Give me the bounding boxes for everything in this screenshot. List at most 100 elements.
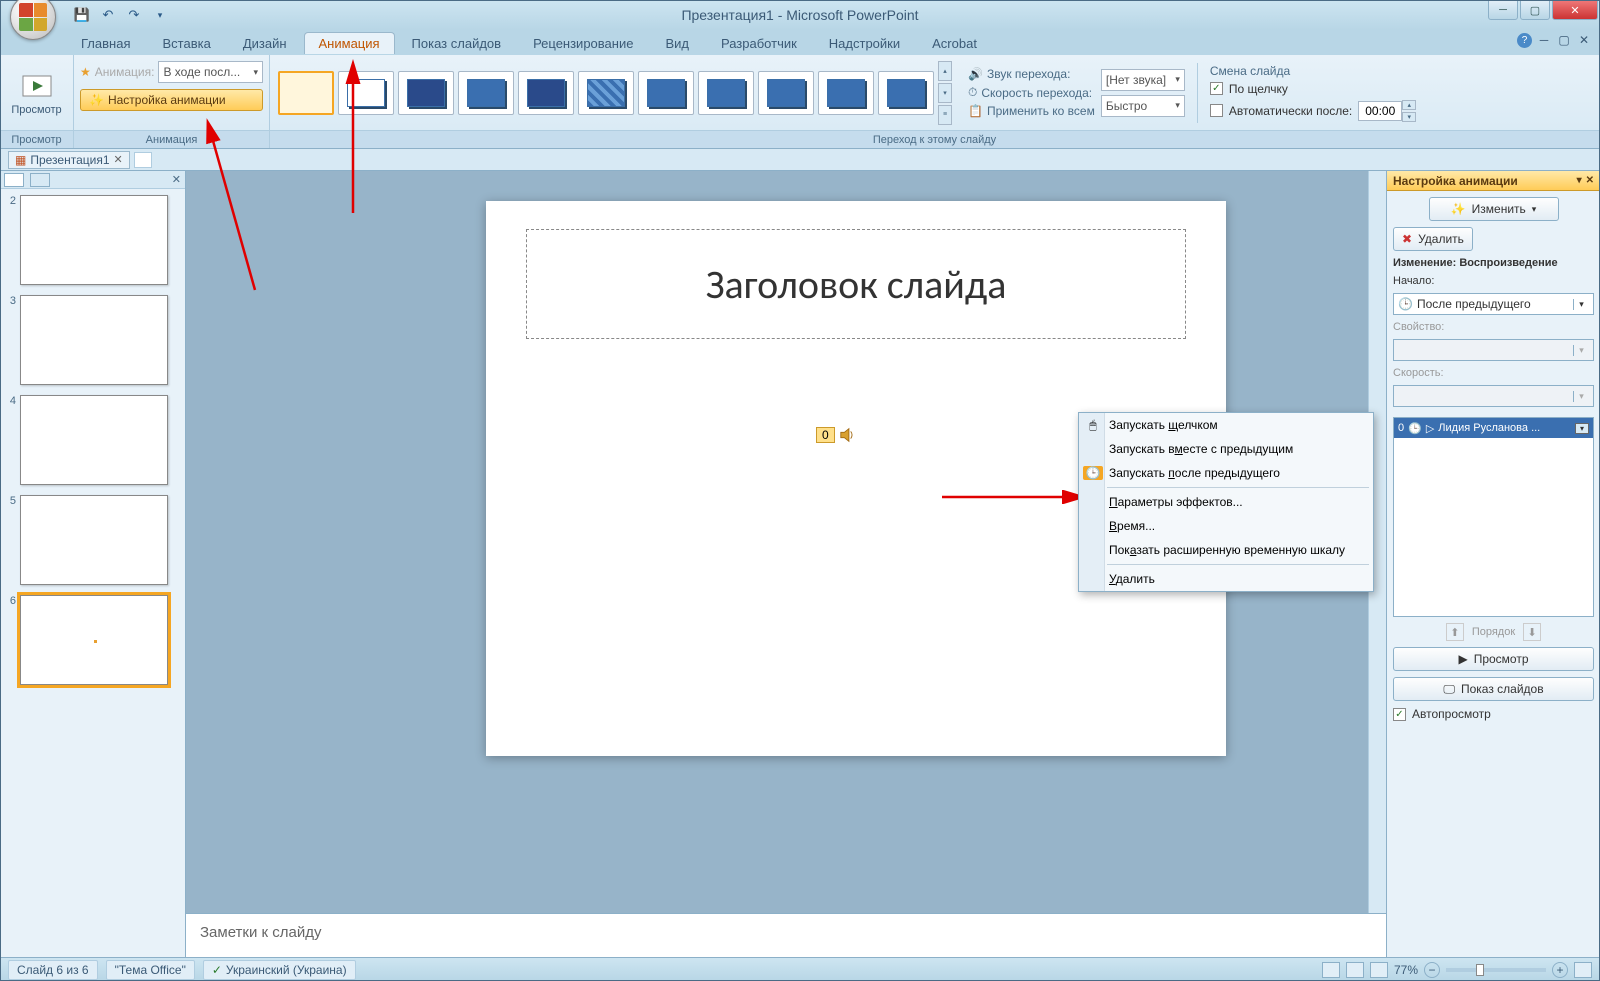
doc-tab-close-icon[interactable]: ✕ xyxy=(114,153,123,166)
status-bar: Слайд 6 из 6 "Тема Office" ✓ Украинский … xyxy=(0,957,1600,981)
slides-tab-button[interactable] xyxy=(4,173,24,187)
preview-button[interactable]: Просмотр xyxy=(5,68,67,118)
transition-1[interactable] xyxy=(338,71,394,115)
sound-combo[interactable]: [Нет звука]▾ xyxy=(1101,69,1185,91)
slideshow-view-button[interactable] xyxy=(1370,962,1388,978)
delete-effect-button[interactable]: ✖ Удалить xyxy=(1393,227,1473,251)
screen-icon: 🖵 xyxy=(1443,682,1455,697)
save-icon[interactable]: 💾 xyxy=(72,5,92,25)
mouse-icon: 🖱 xyxy=(1083,418,1103,433)
speed-combo[interactable]: Быстро▾ xyxy=(1101,95,1185,117)
tab-review[interactable]: Рецензирование xyxy=(518,32,648,54)
language-indicator[interactable]: ✓ Украинский (Украина) xyxy=(203,960,356,980)
animation-settings-button[interactable]: ✨ Настройка анимации xyxy=(80,89,263,111)
context-menu-item[interactable]: 🖱Запускать щелчком xyxy=(1079,413,1373,437)
tab-animations[interactable]: Анимация xyxy=(304,32,395,54)
animation-list[interactable]: 0 🕒 ▷ Лидия Русланова ... ▾ xyxy=(1393,417,1594,617)
slide-thumbnail[interactable] xyxy=(20,595,168,685)
change-effect-button[interactable]: ✨ Изменить ▾ xyxy=(1429,197,1559,221)
tab-developer[interactable]: Разработчик xyxy=(706,32,812,54)
star-icon: ★ xyxy=(80,65,91,79)
move-up-button[interactable]: ⬆ xyxy=(1446,623,1464,641)
gallery-more[interactable]: ≡ xyxy=(938,105,952,125)
context-menu-item[interactable]: Удалить xyxy=(1079,567,1373,591)
slide-thumbnail[interactable] xyxy=(20,295,168,385)
sorter-view-button[interactable] xyxy=(1346,962,1364,978)
outline-tab-button[interactable] xyxy=(30,173,50,187)
tab-home[interactable]: Главная xyxy=(66,32,145,54)
sound-object[interactable]: 0 xyxy=(816,426,857,444)
close-button[interactable]: ✕ xyxy=(1552,0,1598,20)
title-placeholder[interactable]: Заголовок слайда xyxy=(526,229,1186,339)
slide-counter[interactable]: Слайд 6 из 6 xyxy=(8,960,98,980)
slideshow-button[interactable]: 🖵 Показ слайдов xyxy=(1393,677,1594,701)
start-combo[interactable]: 🕒После предыдущего ▾ xyxy=(1393,293,1594,315)
animation-context-menu: 🖱Запускать щелчкомЗапускать вместе с пре… xyxy=(1078,412,1374,592)
taskpane-close-icon[interactable]: ✕ xyxy=(1586,175,1594,186)
context-menu-item[interactable]: Показать расширенную временную шкалу xyxy=(1079,538,1373,562)
auto-after-time-input[interactable]: ▴▾ xyxy=(1358,100,1416,122)
transition-5[interactable] xyxy=(578,71,634,115)
on-click-checkbox[interactable]: ✓По щелчку xyxy=(1210,82,1416,96)
tab-insert[interactable]: Вставка xyxy=(147,32,225,54)
slide-thumbnail[interactable] xyxy=(20,195,168,285)
tab-acrobat[interactable]: Acrobat xyxy=(917,32,992,54)
auto-after-checkbox[interactable] xyxy=(1210,104,1223,117)
transition-3[interactable] xyxy=(458,71,514,115)
doc-minimize-icon[interactable]: ─ xyxy=(1536,32,1552,48)
zoom-value[interactable]: 77% xyxy=(1394,963,1418,977)
undo-icon[interactable]: ↶ xyxy=(98,5,118,25)
play-tiny-icon: ▷ xyxy=(1426,422,1434,435)
new-doc-button[interactable] xyxy=(134,152,152,168)
tab-slideshow[interactable]: Показ слайдов xyxy=(397,32,517,54)
apply-all-button[interactable]: 📋 Применить ко всем xyxy=(968,104,1095,118)
gallery-down[interactable]: ▾ xyxy=(938,83,952,103)
help-icon[interactable]: ? xyxy=(1517,33,1532,48)
doc-close-icon[interactable]: ✕ xyxy=(1576,32,1592,48)
minimize-button[interactable]: ─ xyxy=(1488,0,1518,20)
animation-combo[interactable]: В ходе посл...▾ xyxy=(158,61,263,83)
play-icon: ▶ xyxy=(1458,652,1467,666)
tab-addins[interactable]: Надстройки xyxy=(814,32,915,54)
gallery-up[interactable]: ▴ xyxy=(938,61,952,81)
transition-9[interactable] xyxy=(818,71,874,115)
doc-restore-icon[interactable]: ▢ xyxy=(1556,32,1572,48)
normal-view-button[interactable] xyxy=(1322,962,1340,978)
taskpane-menu-icon[interactable]: ▾ xyxy=(1577,175,1582,186)
clock-tiny-icon: 🕒 xyxy=(1408,422,1422,435)
play-preview-button[interactable]: ▶ Просмотр xyxy=(1393,647,1594,671)
document-tab[interactable]: ▦ Презентация1 ✕ xyxy=(8,151,130,169)
context-menu-item[interactable]: 🕒Запускать после предыдущего xyxy=(1079,461,1373,485)
zoom-slider[interactable] xyxy=(1446,968,1546,972)
transition-2[interactable] xyxy=(398,71,454,115)
transition-7[interactable] xyxy=(698,71,754,115)
zoom-in-button[interactable]: + xyxy=(1552,962,1568,978)
redo-icon[interactable]: ↷ xyxy=(124,5,144,25)
transition-none[interactable] xyxy=(278,71,334,115)
context-menu-item[interactable]: Время... xyxy=(1079,514,1373,538)
animation-combo-label: Анимация: xyxy=(95,65,155,79)
slide-thumbnail[interactable] xyxy=(20,495,168,585)
transition-10[interactable] xyxy=(878,71,934,115)
context-menu-item[interactable]: Параметры эффектов... xyxy=(1079,490,1373,514)
animation-item-dropdown[interactable]: ▾ xyxy=(1575,423,1589,434)
transition-8[interactable] xyxy=(758,71,814,115)
notes-pane[interactable]: Заметки к слайду xyxy=(186,913,1386,957)
autopreview-checkbox[interactable]: ✓ Автопросмотр xyxy=(1393,707,1594,721)
ribbon-tabs: Главная Вставка Дизайн Анимация Показ сл… xyxy=(0,30,1600,54)
panel-close-icon[interactable]: ✕ xyxy=(172,173,181,186)
qat-dropdown-icon[interactable]: ▾ xyxy=(150,5,170,25)
transition-4[interactable] xyxy=(518,71,574,115)
maximize-button[interactable]: ▢ xyxy=(1520,0,1550,20)
move-down-button[interactable]: ⬇ xyxy=(1523,623,1541,641)
slide-thumbnail[interactable] xyxy=(20,395,168,485)
transition-6[interactable] xyxy=(638,71,694,115)
fit-window-button[interactable] xyxy=(1574,962,1592,978)
theme-indicator[interactable]: "Тема Office" xyxy=(106,960,195,980)
animation-list-item[interactable]: 0 🕒 ▷ Лидия Русланова ... ▾ xyxy=(1394,418,1593,438)
context-menu-item[interactable]: Запускать вместе с предыдущим xyxy=(1079,437,1373,461)
zoom-out-button[interactable]: − xyxy=(1424,962,1440,978)
speaker-icon: 🔊 xyxy=(968,67,983,81)
tab-design[interactable]: Дизайн xyxy=(228,32,302,54)
tab-view[interactable]: Вид xyxy=(650,32,704,54)
